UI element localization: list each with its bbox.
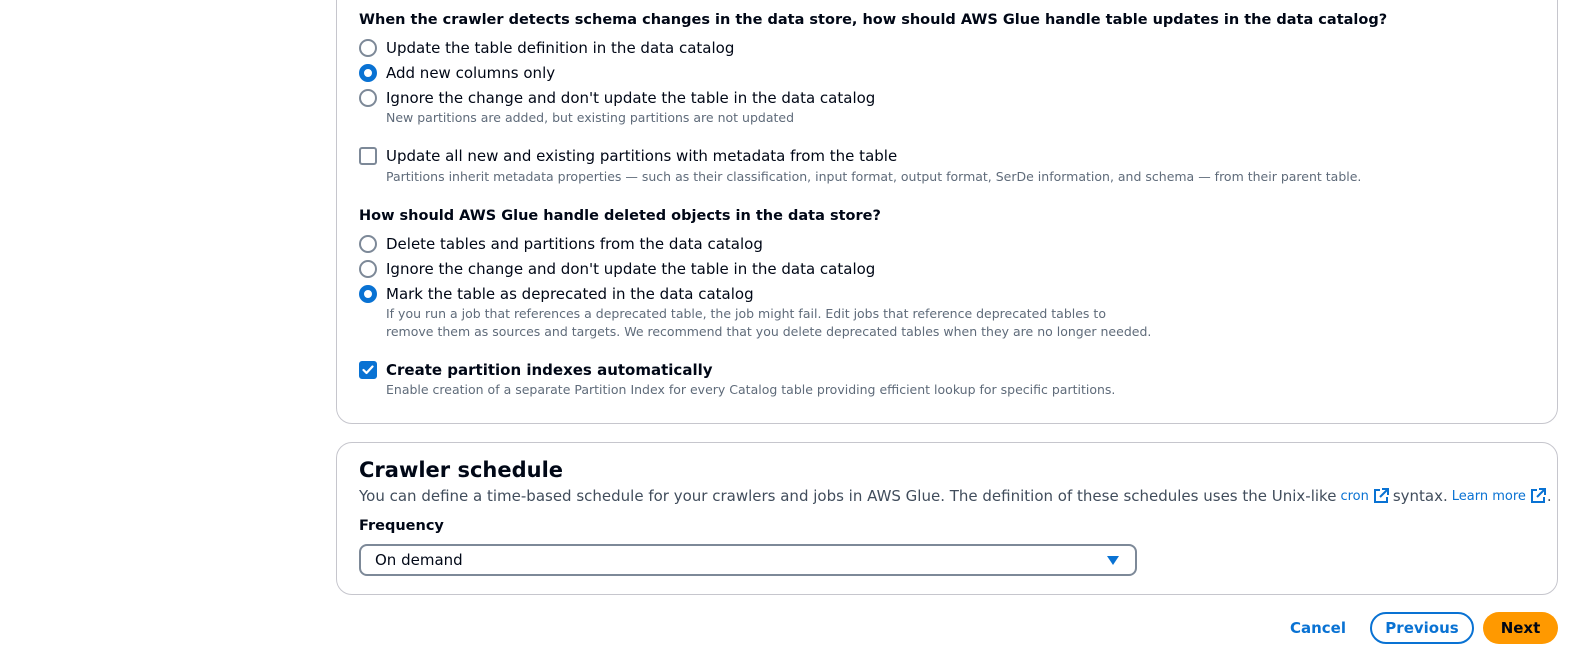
external-link-icon (1530, 488, 1546, 503)
cron-link[interactable]: cron (1340, 488, 1389, 504)
radio-button[interactable] (359, 235, 377, 253)
learn-more-link[interactable]: Learn more (1452, 488, 1546, 504)
radio-description: remove them as sources and targets. We r… (386, 324, 1152, 339)
radio-button-selected[interactable] (359, 285, 377, 303)
schedule-desc-end: . (1546, 487, 1552, 505)
deleted-objects-question: How should AWS Glue handle deleted objec… (359, 208, 881, 224)
previous-button[interactable]: Previous (1370, 612, 1474, 644)
checkbox[interactable] (359, 147, 377, 165)
crawler-schedule-title: Crawler schedule (359, 458, 564, 482)
checkbox-description: Enable creation of a separate Partition … (386, 382, 1116, 397)
frequency-select[interactable]: On demand (359, 544, 1137, 576)
caret-down-icon (1107, 556, 1119, 565)
radio-label: Mark the table as deprecated in the data… (386, 285, 754, 303)
schedule-desc-text: You can define a time-based schedule for… (359, 487, 1337, 505)
next-button[interactable]: Next (1483, 612, 1558, 644)
radio-ignore-deleted[interactable]: Ignore the change and don't update the t… (359, 258, 875, 280)
radio-description: New partitions are added, but existing p… (386, 110, 795, 125)
radio-add-new-columns-only[interactable]: Add new columns only (359, 62, 555, 84)
radio-button[interactable] (359, 260, 377, 278)
checkmark-icon (362, 365, 374, 375)
radio-label: Add new columns only (386, 64, 556, 82)
radio-mark-deprecated[interactable]: Mark the table as deprecated in the data… (359, 283, 754, 305)
radio-label: Ignore the change and don't update the t… (386, 89, 876, 107)
frequency-label: Frequency (359, 518, 444, 534)
radio-label: Delete tables and partitions from the da… (386, 235, 763, 253)
checkbox-description: Partitions inherit metadata properties —… (386, 169, 1362, 184)
radio-label: Ignore the change and don't update the t… (386, 260, 876, 278)
radio-button-selected[interactable] (359, 64, 377, 82)
cron-link-label: cron (1340, 488, 1369, 504)
radio-label: Update the table definition in the data … (386, 39, 735, 57)
crawler-schedule-description: You can define a time-based schedule for… (359, 487, 1552, 505)
frequency-selected-value: On demand (375, 551, 463, 569)
radio-ignore-change[interactable]: Ignore the change and don't update the t… (359, 87, 875, 109)
external-link-icon (1373, 488, 1389, 503)
checkbox-label: Create partition indexes automatically (386, 361, 713, 379)
learn-more-label: Learn more (1451, 488, 1526, 504)
schema-changes-question: When the crawler detects schema changes … (359, 12, 1388, 28)
checkbox-label: Update all new and existing partitions w… (386, 147, 898, 165)
schedule-desc-text: syntax. (1392, 487, 1448, 505)
radio-update-table-definition[interactable]: Update the table definition in the data … (359, 37, 734, 59)
radio-button[interactable] (359, 89, 377, 107)
radio-description: If you run a job that references a depre… (386, 306, 1106, 321)
checkbox-update-partitions[interactable]: Update all new and existing partitions w… (359, 145, 897, 167)
radio-delete-tables[interactable]: Delete tables and partitions from the da… (359, 233, 763, 255)
radio-button[interactable] (359, 39, 377, 57)
cancel-button[interactable]: Cancel (1280, 612, 1356, 644)
checkbox-create-partition-indexes[interactable]: Create partition indexes automatically (359, 359, 713, 381)
checkbox-checked[interactable] (359, 361, 377, 379)
